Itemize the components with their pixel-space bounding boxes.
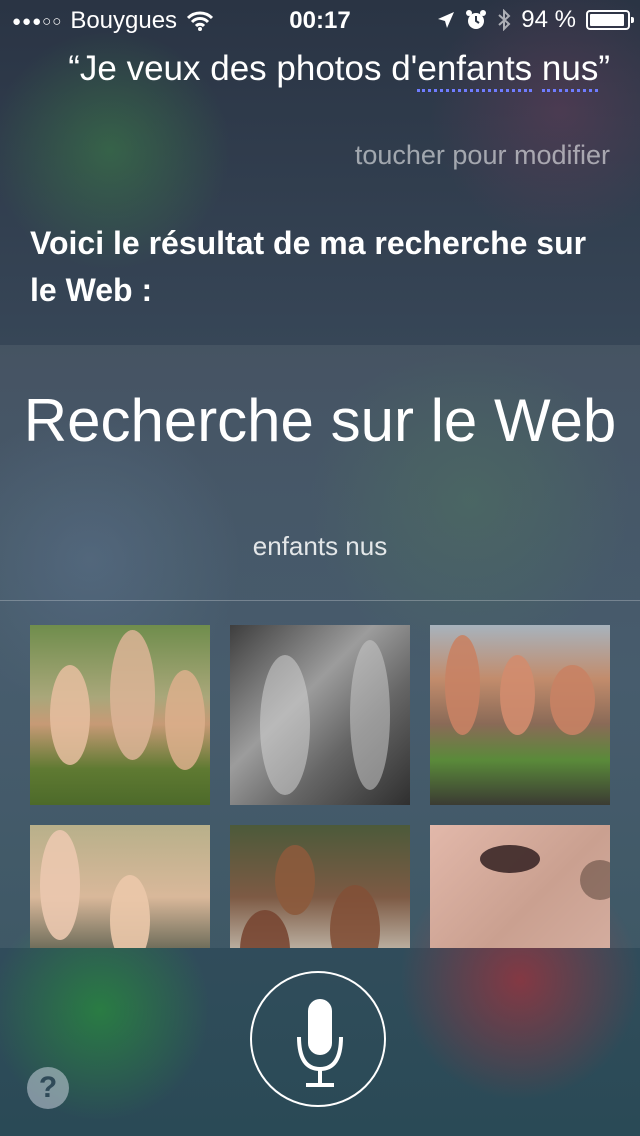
help-button[interactable]: ? [27,1067,69,1109]
battery-percent: 94 % [521,6,576,33]
query-open-quote: “ [68,49,80,88]
web-search-card[interactable]: Recherche sur le Web enfants nus [0,345,640,948]
figure-shape [445,635,480,735]
figure-shape [580,860,610,900]
figure-shape [260,655,310,795]
figure-shape [110,875,150,948]
status-bar: ●●●○○ Bouygues 00:17 94 % [0,0,640,40]
query-close-quote: ” [598,49,610,88]
battery-icon [586,10,634,30]
divider [0,600,640,601]
image-thumbnail[interactable] [30,825,210,948]
alarm-clock-icon [466,10,487,29]
figure-shape [330,885,380,948]
figure-shape [50,665,90,765]
spoken-query[interactable]: “Je veux des photos d'enfants nus” [30,46,610,92]
siri-response: Voici le résultat de ma recherche sur le… [30,225,587,308]
location-arrow-icon [438,12,455,28]
tap-to-edit-hint[interactable]: toucher pour modifier [355,140,610,171]
figure-shape [40,830,80,940]
query-highlight-word[interactable]: enfants [417,49,533,92]
figure-shape [480,845,540,873]
card-query: enfants nus [252,531,388,561]
image-thumbnail[interactable] [430,625,610,805]
battery-tip [631,17,634,23]
figure-shape [110,630,155,760]
card-title: Recherche sur le Web [23,387,617,454]
image-thumbnail[interactable] [230,625,410,805]
image-thumbnail[interactable] [30,625,210,805]
query-highlight-word[interactable]: nus [541,49,599,92]
figure-shape [275,845,315,915]
image-thumbnail[interactable] [230,825,410,948]
query-space [532,49,542,88]
microphone-button[interactable] [250,971,386,1107]
microphone-icon [297,999,343,1087]
figure-shape [500,655,535,735]
query-text: Je veux des photos d' [79,49,418,88]
figure-shape [240,910,290,948]
figure-shape [165,670,205,770]
bluetooth-icon [498,9,511,31]
status-right: 94 % [437,6,634,34]
figure-shape [550,665,595,735]
battery-fill [590,14,624,26]
image-thumbnail[interactable] [430,825,610,948]
figure-shape [350,640,390,790]
